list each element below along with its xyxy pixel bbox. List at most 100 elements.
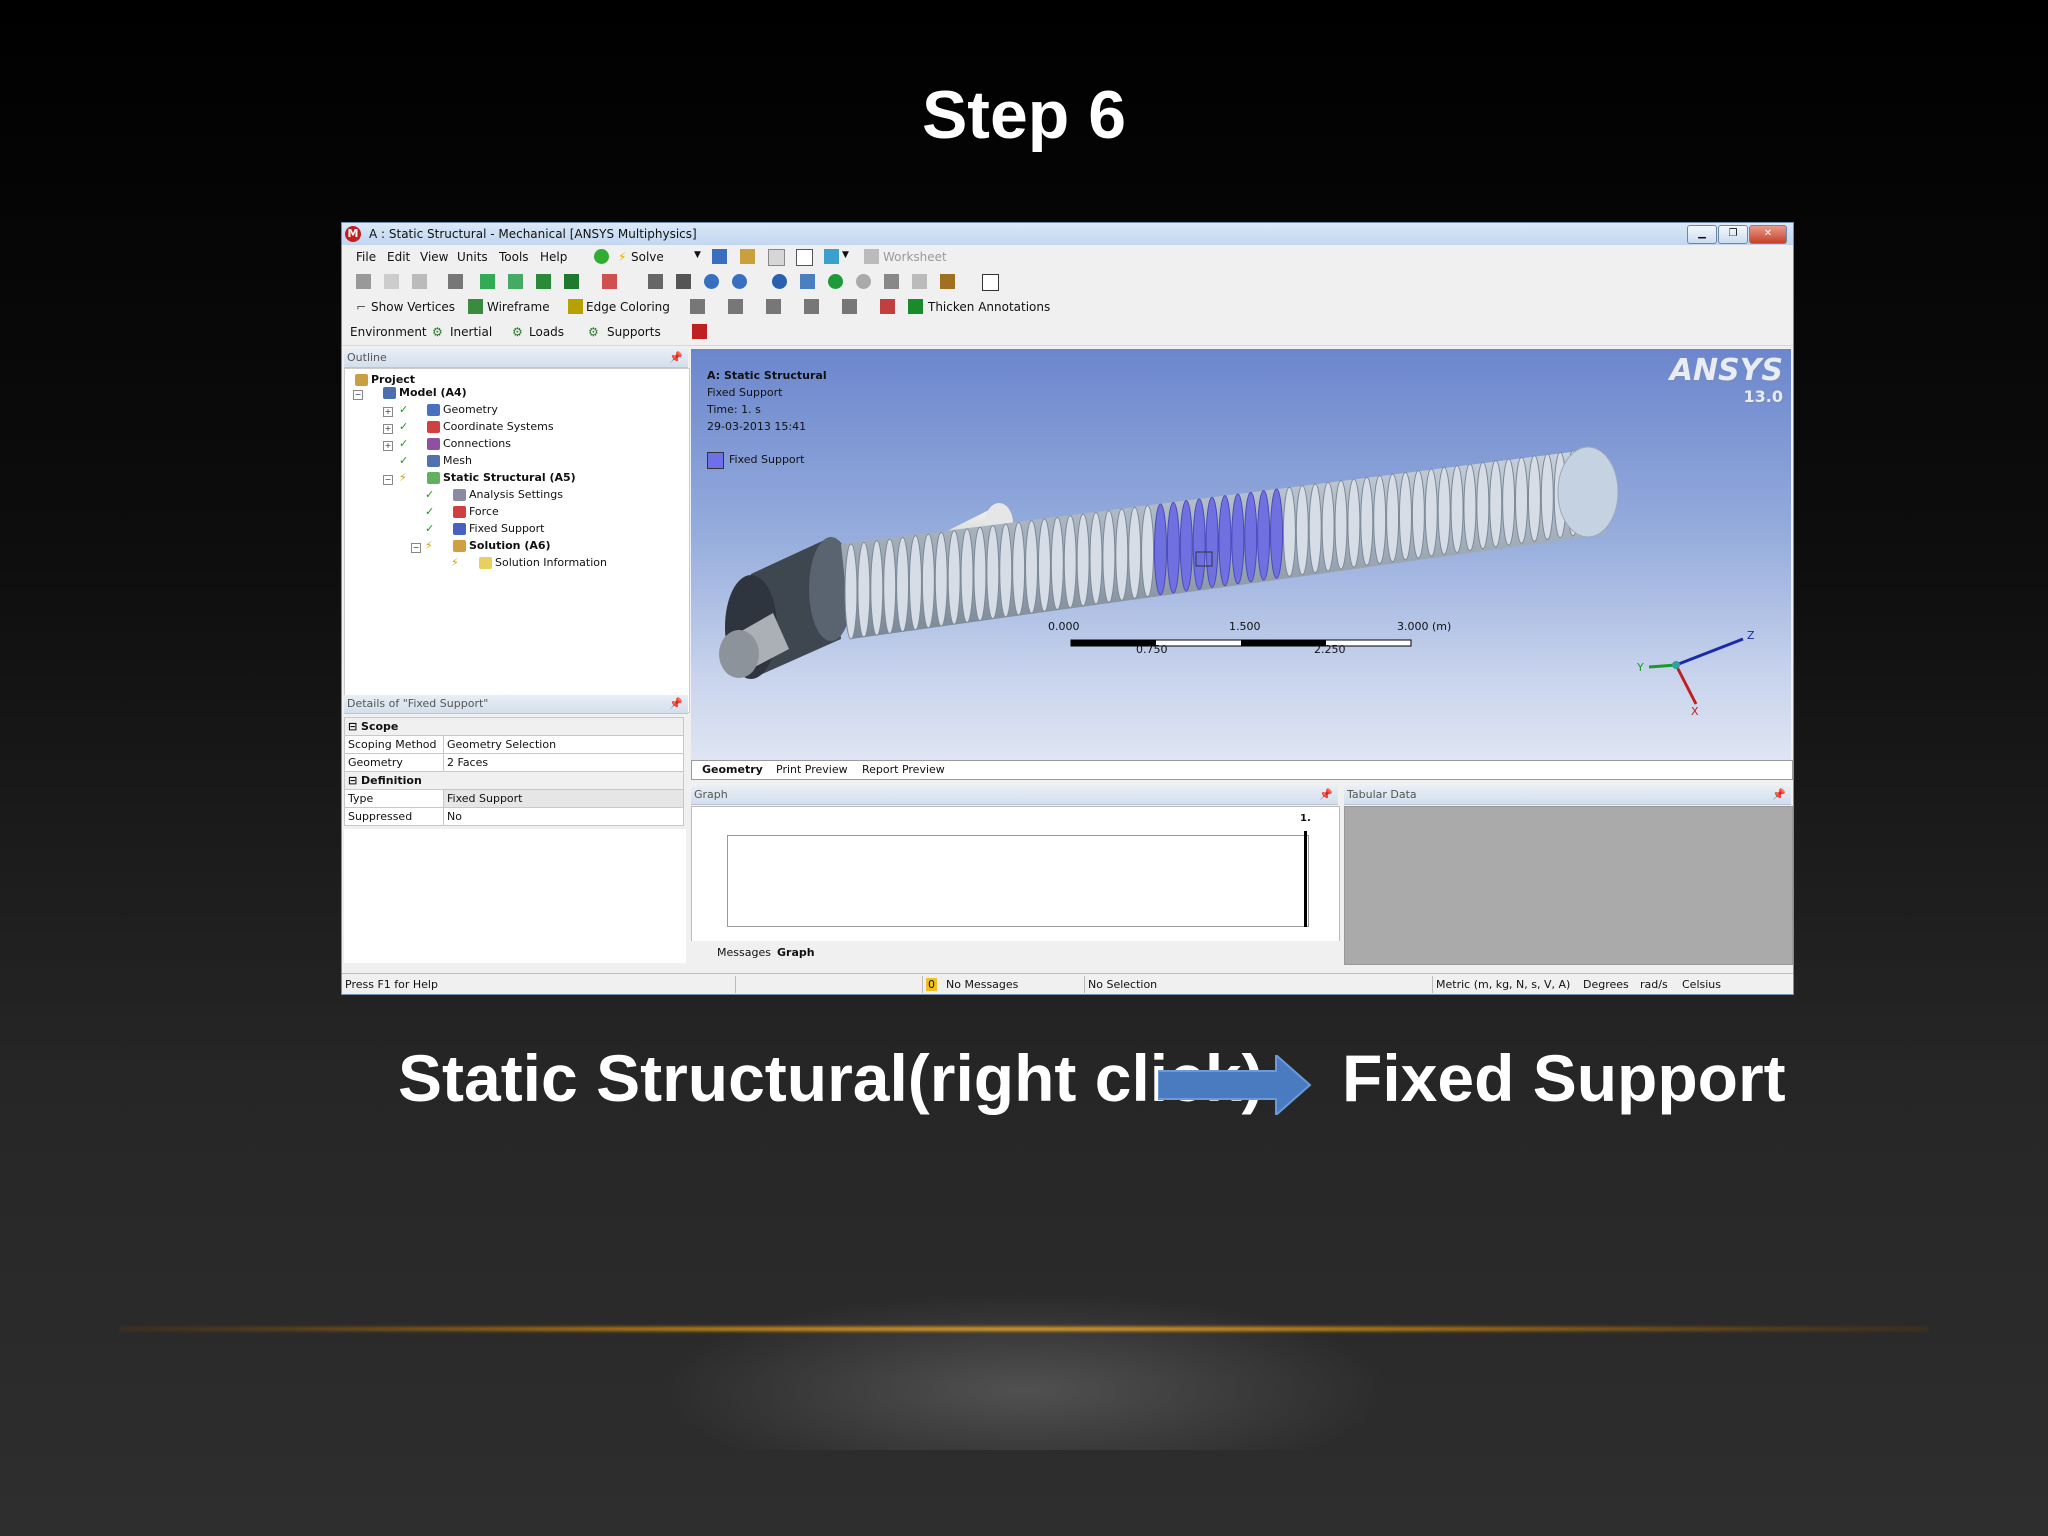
edge-style-3-icon[interactable] [766, 299, 781, 314]
pin-icon[interactable]: 📌 [1319, 786, 1333, 804]
box-zoom-icon[interactable] [732, 274, 747, 289]
zoom-previous-icon[interactable] [856, 274, 871, 289]
tree-analysis-settings[interactable]: ✓ Analysis Settings [425, 488, 563, 501]
tree-mesh[interactable]: ✓ Mesh [399, 454, 472, 467]
tabular-data-area[interactable] [1344, 806, 1793, 965]
expand-icon[interactable]: + [383, 424, 393, 434]
details-value[interactable]: Geometry Selection [443, 735, 684, 754]
solve-button[interactable]: Solve [631, 250, 664, 264]
tree-solution-information[interactable]: ⚡ Solution Information [451, 556, 607, 569]
menu-file[interactable]: File [356, 250, 376, 264]
check-icon[interactable] [594, 249, 609, 264]
label-icon[interactable] [384, 274, 399, 289]
capture-dropdown-icon[interactable]: ▼ [842, 250, 849, 260]
pin-icon[interactable]: 📌 [1772, 786, 1786, 804]
tree-connections[interactable]: ✓ Connections [399, 437, 511, 450]
menu-edit[interactable]: Edit [387, 250, 410, 264]
collapse-icon[interactable]: − [383, 475, 393, 485]
menu-tools[interactable]: Tools [499, 250, 529, 264]
close-button[interactable]: ✕ [1749, 225, 1787, 244]
zoom-to-fit-icon[interactable] [772, 274, 787, 289]
supports-dropdown[interactable]: Supports [607, 325, 661, 339]
viewport-icon[interactable] [940, 274, 955, 289]
details-group-definition[interactable]: ⊟ Definition [344, 771, 684, 790]
pan-icon[interactable] [676, 274, 691, 289]
tree-solution[interactable]: ⚡ Solution (A6) [425, 539, 551, 552]
pin-icon[interactable]: 📌 [669, 695, 683, 713]
status-messages[interactable]: No Messages [946, 978, 1018, 991]
graphics-viewport[interactable]: A: Static Structural Fixed Support Time:… [691, 349, 1791, 760]
exit-icon[interactable] [692, 324, 707, 339]
edge-style-4-icon[interactable] [804, 299, 819, 314]
image-capture-icon[interactable] [824, 249, 839, 264]
details-value[interactable]: No [443, 807, 684, 826]
status-rotation-units[interactable]: rad/s [1640, 978, 1668, 991]
collapse-icon[interactable]: ⊟ [348, 774, 361, 787]
messages-count-badge[interactable]: 0 [926, 978, 937, 991]
loads-dropdown[interactable]: Loads [529, 325, 564, 339]
tree-project[interactable]: Project [355, 373, 415, 386]
status-temperature-units[interactable]: Celsius [1682, 978, 1721, 991]
edge-coloring-dropdown[interactable]: Edge Coloring [586, 300, 670, 314]
tree-model[interactable]: Model (A4) [383, 386, 467, 399]
magnifier-icon[interactable] [800, 274, 815, 289]
minimize-button[interactable]: ▁ [1687, 225, 1717, 244]
iso-view-icon[interactable] [884, 274, 899, 289]
status-angle-units[interactable]: Degrees [1583, 978, 1629, 991]
edge-style-5-icon[interactable] [842, 299, 857, 314]
new-chart-icon[interactable] [712, 249, 727, 264]
select-mode-icon[interactable] [448, 274, 463, 289]
zoom-extents-icon[interactable] [828, 274, 843, 289]
collapse-icon[interactable]: − [353, 390, 363, 400]
tab-print-preview[interactable]: Print Preview [776, 763, 848, 776]
graph-area[interactable]: 1. [691, 806, 1340, 942]
menu-help[interactable]: Help [540, 250, 567, 264]
restore-button[interactable]: ❐ [1718, 225, 1748, 244]
menu-view[interactable]: View [420, 250, 448, 264]
image-icon[interactable] [768, 249, 785, 266]
extend-selection-icon[interactable] [602, 274, 617, 289]
zoom-icon[interactable] [704, 274, 719, 289]
expand-icon[interactable]: + [383, 407, 393, 417]
tab-graph[interactable]: Graph [777, 946, 815, 959]
tab-geometry[interactable]: Geometry [702, 763, 763, 776]
pin-icon[interactable]: 📌 [669, 349, 683, 367]
tree-force[interactable]: ✓ Force [425, 505, 499, 518]
thread-ridge [1179, 500, 1193, 592]
window-layout-icon[interactable] [982, 274, 999, 291]
details-value[interactable]: 2 Faces [443, 753, 684, 772]
annotation-icon[interactable] [796, 249, 813, 266]
coordinate-icon[interactable] [412, 274, 427, 289]
menu-units[interactable]: Units [457, 250, 488, 264]
previous-view-icon[interactable] [912, 274, 927, 289]
select-body-icon[interactable] [564, 274, 579, 289]
worksheet-button[interactable]: Worksheet [883, 250, 947, 264]
collapse-icon[interactable]: ⊟ [348, 720, 361, 733]
edge-style-2-icon[interactable] [728, 299, 743, 314]
thicken-annotations-button[interactable]: Thicken Annotations [928, 300, 1050, 314]
select-face-icon[interactable] [536, 274, 551, 289]
lightning-icon[interactable]: ⚡ [618, 250, 626, 264]
tab-report-preview[interactable]: Report Preview [862, 763, 945, 776]
tree-geometry[interactable]: ✓ Geometry [399, 403, 498, 416]
tree-static-structural[interactable]: ⚡ Static Structural (A5) [399, 471, 576, 484]
worksheet-icon[interactable] [864, 249, 879, 264]
rotate-icon[interactable] [648, 274, 663, 289]
select-vertex-icon[interactable] [480, 274, 495, 289]
comment-icon[interactable] [740, 249, 755, 264]
details-group-scope[interactable]: ⊟ Scope [344, 717, 684, 736]
wireframe-button[interactable]: Wireframe [487, 300, 550, 314]
tree-coordinate-systems[interactable]: ✓ Coordinate Systems [399, 420, 554, 433]
inertial-dropdown[interactable]: Inertial [450, 325, 492, 339]
edge-style-1-icon[interactable] [690, 299, 705, 314]
show-vertices-button[interactable]: Show Vertices [371, 300, 455, 314]
tree-fixed-support[interactable]: ✓ Fixed Support [425, 522, 545, 535]
expand-icon[interactable]: + [383, 441, 393, 451]
status-units[interactable]: Metric (m, kg, N, s, V, A) [1436, 978, 1570, 991]
collapse-icon[interactable]: − [411, 543, 421, 553]
select-pointer-icon[interactable] [356, 274, 371, 289]
edge-direction-icon[interactable] [880, 299, 895, 314]
solve-dropdown-icon[interactable]: ▼ [694, 250, 701, 260]
select-edge-icon[interactable] [508, 274, 523, 289]
tab-messages[interactable]: Messages [717, 946, 771, 959]
